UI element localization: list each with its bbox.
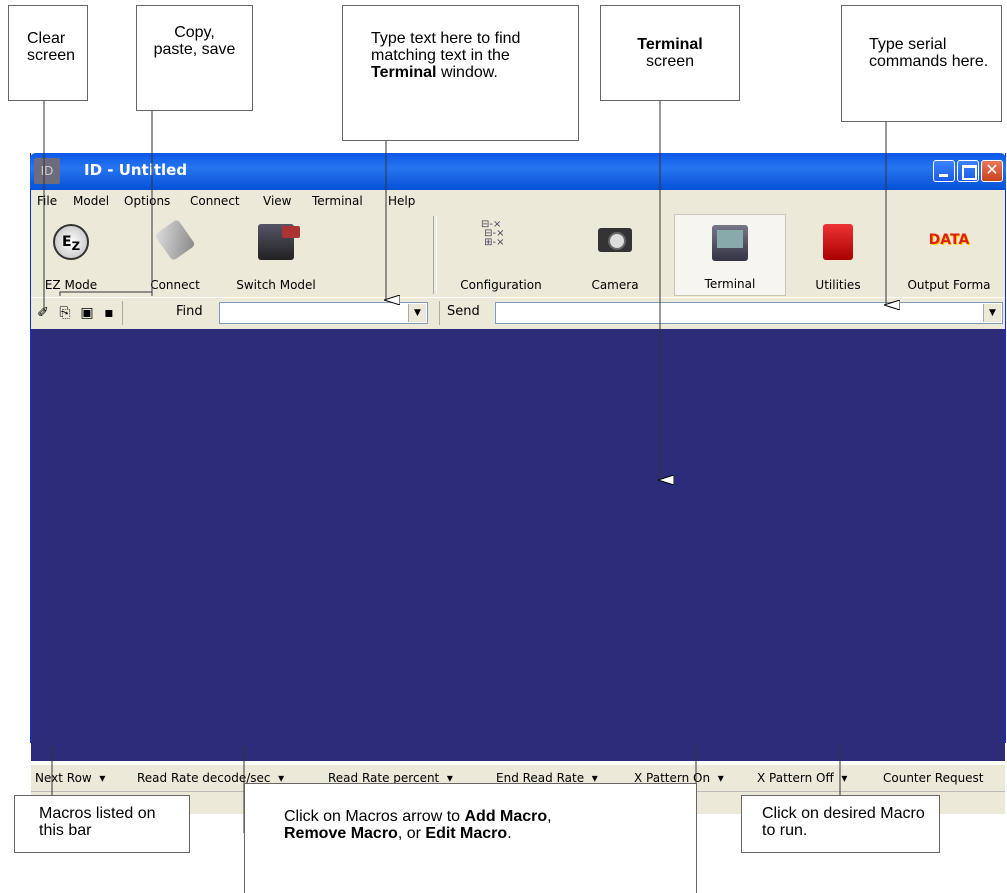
callout-macros-bar: Macros listed on this bar bbox=[14, 795, 190, 853]
callout-desired-macro: Click on desired Macro to run. bbox=[741, 795, 940, 853]
callout-copy-paste-save: Copy, paste, save bbox=[136, 5, 253, 111]
callout-serial-commands: Type serial commands here. bbox=[841, 5, 1002, 122]
callout-clear-screen: Clear screen bbox=[8, 5, 88, 101]
callout-macro-arrow: Click on Macros arrow to Add Macro, Remo… bbox=[244, 783, 697, 893]
callout-terminal-screen: Terminal screen bbox=[600, 5, 740, 101]
callout-find-text: Type text here to find matching text in … bbox=[342, 5, 579, 141]
